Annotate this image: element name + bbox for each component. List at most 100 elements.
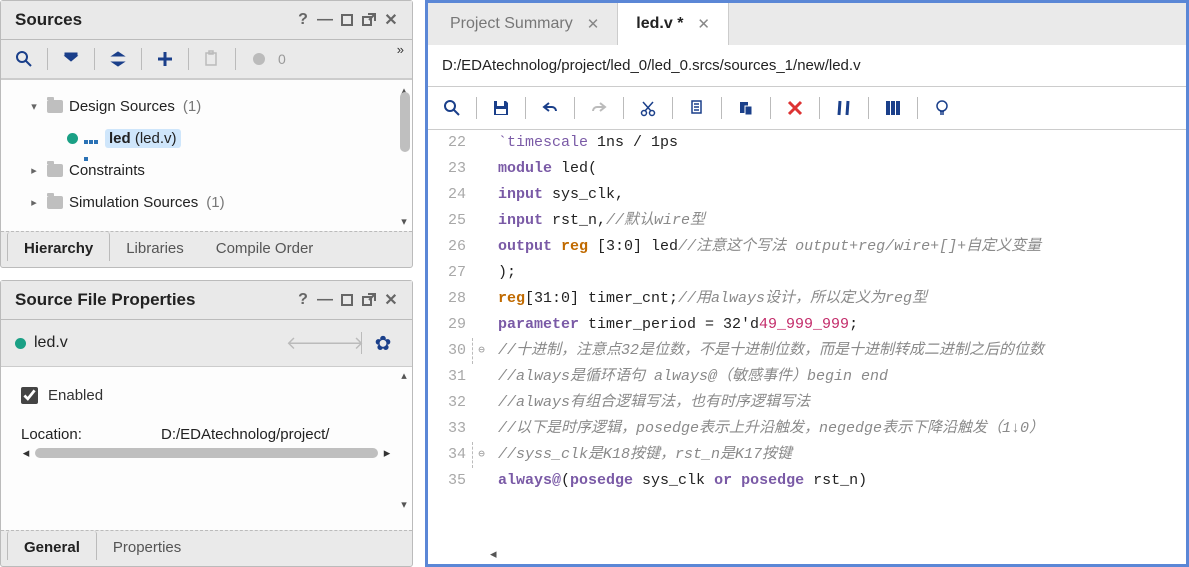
copy-icon[interactable] — [681, 93, 713, 123]
tab-hierarchy[interactable]: Hierarchy — [7, 232, 110, 261]
code-line[interactable]: 27); — [428, 260, 1186, 286]
editor-panel: Project Summary ✕ led.v * ✕ D:/EDAtechno… — [425, 0, 1189, 567]
editor-hscroll[interactable]: ◂ — [428, 543, 1186, 564]
tab-properties[interactable]: Properties — [97, 531, 197, 560]
line-number: 33 — [428, 416, 472, 442]
code-line[interactable]: 22`timescale 1ns / 1ps — [428, 130, 1186, 156]
close-icon[interactable]: ✕ — [380, 289, 402, 311]
tab-general[interactable]: General — [7, 531, 97, 560]
property-hscroll[interactable]: ◂ ▸ — [15, 445, 398, 465]
properties-panel: Source File Properties ? — ✕ led.v 🡐 🡒 ✿… — [0, 280, 413, 567]
chevron-down-icon[interactable]: ▾ — [27, 99, 41, 113]
restore-icon[interactable] — [336, 9, 358, 31]
code-content[interactable]: output reg [3:0] led//注意这个写法 output+reg/… — [490, 234, 1041, 260]
line-number: 30 — [428, 338, 472, 364]
code-content[interactable]: module led( — [490, 156, 597, 182]
line-number: 29 — [428, 312, 472, 338]
popout-icon[interactable] — [358, 9, 380, 31]
restore-icon[interactable] — [336, 289, 358, 311]
sim-sources-label: Simulation Sources — [69, 194, 198, 211]
code-line[interactable]: 31 //always是循环语句 always@（敏感事件）begin end — [428, 364, 1186, 390]
scroll-left-icon[interactable]: ◂ — [19, 445, 33, 461]
save-icon[interactable] — [485, 93, 517, 123]
code-content[interactable]: //syss_clk是K18按键，rst_n是K17按键 — [490, 442, 792, 468]
gear-icon[interactable]: ✿ — [368, 331, 398, 356]
fold-gutter[interactable]: ⊖ — [472, 338, 490, 364]
code-line[interactable]: 35always@(posedge sys_clk or posedge rst… — [428, 468, 1186, 494]
fold-gutter[interactable]: ⊖ — [472, 442, 490, 468]
code-content[interactable]: ); — [490, 260, 516, 286]
code-line[interactable]: 23module led( — [428, 156, 1186, 182]
comment-icon[interactable] — [828, 93, 860, 123]
code-content[interactable]: parameter timer_period = 32'd49_999_999; — [490, 312, 858, 338]
tree-constraints[interactable]: ▸ Constraints — [7, 154, 412, 186]
paste-icon[interactable] — [730, 93, 762, 123]
popout-icon[interactable] — [358, 289, 380, 311]
column-select-icon[interactable] — [877, 93, 909, 123]
code-line[interactable]: 28 reg[31:0] timer_cnt;//用always设计，所以定义为r… — [428, 286, 1186, 312]
code-line[interactable]: 26output reg [3:0] led//注意这个写法 output+re… — [428, 234, 1186, 260]
tree-design-sources[interactable]: ▾ Design Sources (1) — [7, 90, 412, 122]
code-line[interactable]: 32//always有组合逻辑写法，也有时序逻辑写法 — [428, 390, 1186, 416]
chevron-right-icon[interactable]: ▸ — [27, 195, 41, 209]
code-content[interactable]: //always是循环语句 always@（敏感事件）begin end — [490, 364, 888, 390]
minimize-icon[interactable]: — — [314, 289, 336, 311]
expand-all-icon[interactable] — [105, 46, 131, 72]
tab-project-summary[interactable]: Project Summary ✕ — [432, 3, 618, 45]
location-label: Location: — [21, 426, 161, 443]
code-content[interactable]: input sys_clk, — [490, 182, 624, 208]
more-chevron-icon[interactable]: » — [397, 42, 404, 57]
delete-icon[interactable] — [779, 93, 811, 123]
chevron-right-icon[interactable]: ▸ — [27, 163, 41, 177]
property-vscroll[interactable]: ▴ ▾ — [396, 373, 410, 506]
line-number: 31 — [428, 364, 472, 390]
minimize-icon[interactable]: — — [314, 9, 336, 31]
tree-led-file[interactable]: led (led.v) — [7, 122, 412, 154]
scroll-right-icon[interactable]: ▸ — [380, 445, 394, 461]
tab-project-summary-label: Project Summary — [450, 15, 573, 33]
scroll-thumb[interactable] — [35, 448, 378, 458]
code-content[interactable]: //always有组合逻辑写法，也有时序逻辑写法 — [490, 390, 810, 416]
code-content[interactable]: //以下是时序逻辑，posedge表示上升沿触发，negedge表示下降沿触发（… — [490, 416, 1044, 442]
editor-file-path: D:/EDAtechnolog/project/led_0/led_0.srcs… — [428, 45, 1186, 87]
code-content[interactable]: //十进制，注意点32是位数，不是十进制位数，而是十进制转成二进制之后的位数 — [490, 338, 1044, 364]
tab-compile-order[interactable]: Compile Order — [200, 232, 330, 261]
code-editor[interactable]: 22`timescale 1ns / 1ps23module led(24inp… — [428, 130, 1186, 543]
property-body: Enabled Location: D:/EDAtechnolog/projec… — [1, 367, 412, 530]
close-icon[interactable]: ✕ — [380, 9, 402, 31]
tab-led-v[interactable]: led.v * ✕ — [618, 3, 729, 45]
scroll-up-icon[interactable]: ▴ — [398, 369, 410, 381]
code-content[interactable]: `timescale 1ns / 1ps — [490, 130, 678, 156]
line-number: 28 — [428, 286, 472, 312]
code-line[interactable]: 29 parameter timer_period = 32'd49_999_99… — [428, 312, 1186, 338]
code-line[interactable]: 33 //以下是时序逻辑，posedge表示上升沿触发，negedge表示下降沿触… — [428, 416, 1186, 442]
code-line[interactable]: 25input rst_n,//默认wire型 — [428, 208, 1186, 234]
tab-libraries[interactable]: Libraries — [110, 232, 200, 261]
scroll-left-icon[interactable]: ◂ — [490, 546, 497, 561]
code-line[interactable]: 34⊖//syss_clk是K18按键，rst_n是K17按键 — [428, 442, 1186, 468]
close-icon[interactable]: ✕ — [587, 15, 600, 33]
nav-next-icon[interactable]: 🡒 — [325, 330, 355, 356]
code-content[interactable]: reg[31:0] timer_cnt;//用always设计，所以定义为reg… — [490, 286, 927, 312]
tree-sim-sources[interactable]: ▸ Simulation Sources (1) — [7, 186, 412, 218]
folder-icon — [47, 196, 63, 209]
sources-scrollbar[interactable]: ▴ ▾ — [396, 88, 410, 223]
scroll-thumb[interactable] — [400, 92, 410, 152]
add-source-icon[interactable] — [152, 46, 178, 72]
undo-icon[interactable] — [534, 93, 566, 123]
scroll-down-icon[interactable]: ▾ — [398, 498, 410, 510]
help-icon[interactable]: ? — [292, 9, 314, 31]
help-icon[interactable]: ? — [292, 289, 314, 311]
cut-icon[interactable] — [632, 93, 664, 123]
code-line[interactable]: 24input sys_clk, — [428, 182, 1186, 208]
close-icon[interactable]: ✕ — [697, 15, 710, 33]
find-icon[interactable] — [436, 93, 468, 123]
code-content[interactable]: input rst_n,//默认wire型 — [490, 208, 705, 234]
search-icon[interactable] — [11, 46, 37, 72]
lightbulb-icon[interactable] — [926, 93, 958, 123]
scroll-down-icon[interactable]: ▾ — [398, 215, 410, 227]
code-content[interactable]: always@(posedge sys_clk or posedge rst_n… — [490, 468, 867, 494]
collapse-all-icon[interactable] — [58, 46, 84, 72]
code-line[interactable]: 30⊖//十进制，注意点32是位数，不是十进制位数，而是十进制转成二进制之后的位… — [428, 338, 1186, 364]
enabled-checkbox[interactable] — [21, 387, 38, 404]
